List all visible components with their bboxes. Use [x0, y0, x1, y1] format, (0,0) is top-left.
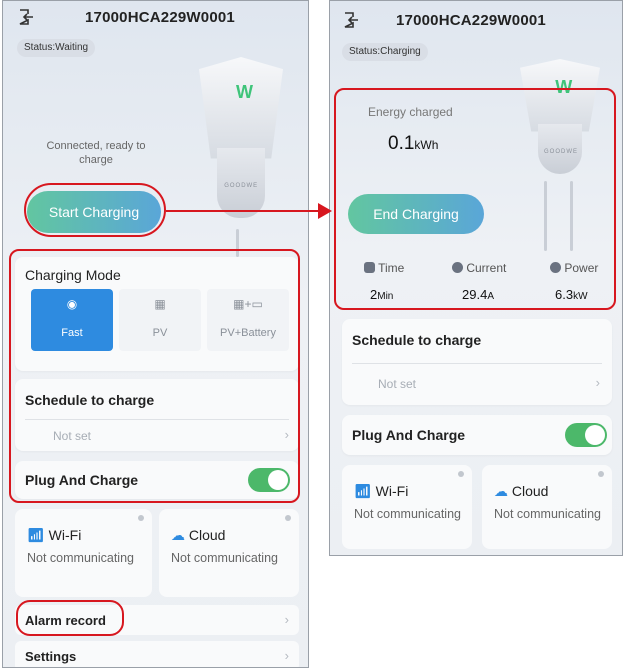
settings-label: Settings	[25, 649, 77, 664]
connection-status-text: Connected, ready to charge	[46, 140, 146, 166]
back-icon[interactable]	[17, 8, 35, 26]
divider	[352, 363, 602, 364]
plug-and-charge-toggle[interactable]	[565, 423, 607, 447]
chevron-right-icon: ›	[284, 612, 289, 627]
status-dot	[598, 471, 604, 477]
cloud-card[interactable]: ☁ Cloud Not communicating	[159, 509, 299, 597]
wifi-card[interactable]: 📶︎ Wi-Fi Not communicating	[342, 465, 472, 549]
chevron-right-icon: ›	[284, 648, 289, 663]
status-badge: Status:Waiting	[17, 39, 96, 57]
plug-and-charge-card: Plug And Charge	[342, 415, 612, 455]
settings-row[interactable]: Settings ›	[15, 641, 299, 667]
cloud-label: Cloud	[511, 483, 549, 499]
highlight-charging-panel	[334, 88, 616, 310]
wifi-icon: 📶︎	[27, 527, 49, 543]
plug-and-charge-label: Plug And Charge	[352, 427, 466, 443]
device-serial-title: 17000HCA229W0001	[85, 9, 235, 26]
wifi-label: Wi-Fi	[375, 483, 409, 499]
wifi-state: Not communicating	[354, 507, 461, 521]
schedule-title: Schedule to charge	[352, 332, 482, 348]
status-badge: Status:Charging	[342, 43, 428, 61]
cloud-label: Cloud	[188, 527, 226, 543]
wifi-state: Not communicating	[27, 551, 134, 565]
cloud-card[interactable]: ☁ Cloud Not communicating	[482, 465, 612, 549]
cloud-icon: ☁	[171, 527, 189, 543]
cloud-state: Not communicating	[171, 551, 278, 565]
cloud-icon: ☁	[494, 483, 512, 499]
wifi-state: Not communicating	[494, 507, 601, 521]
arrow-head-icon	[318, 203, 332, 219]
charger-logo: W	[235, 81, 253, 102]
top-bar: 17000HCA229W0001	[3, 1, 308, 35]
status-dot	[458, 471, 464, 477]
top-bar: 17000HCA229W0001	[330, 1, 622, 35]
wifi-card[interactable]: 📶︎ Wi-Fi Not communicating	[15, 509, 152, 597]
highlight-alarm-record	[16, 600, 124, 636]
charger-brand-text: GOODWE	[224, 183, 259, 189]
schedule-card[interactable]: Schedule to charge Not set ›	[342, 319, 612, 405]
wifi-icon: 📶︎	[354, 483, 376, 499]
highlight-settings-group	[9, 249, 300, 503]
schedule-value: Not set	[378, 377, 417, 391]
highlight-start-charging	[24, 183, 166, 237]
wifi-label: Wi-Fi	[48, 527, 82, 543]
status-dot	[285, 515, 291, 521]
status-dot	[138, 515, 144, 521]
device-serial-title: 17000HCA229W0001	[396, 12, 546, 29]
arrow-line	[166, 210, 326, 212]
chevron-right-icon: ›	[595, 375, 600, 390]
back-icon[interactable]	[342, 11, 360, 29]
charger-image: W GOODWE	[199, 57, 283, 232]
